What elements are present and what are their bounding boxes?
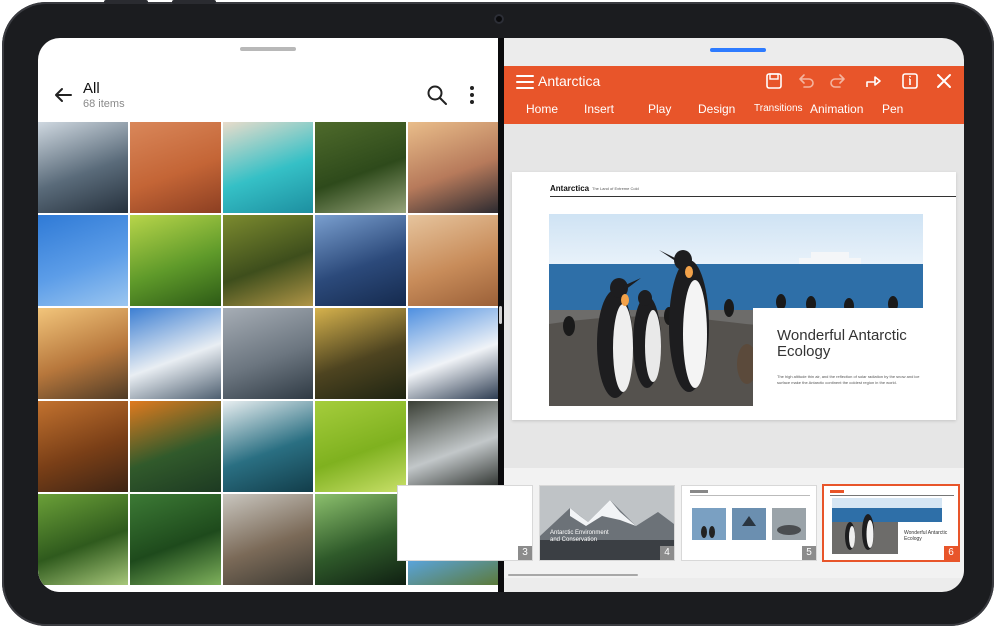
window-drag-handle[interactable] [710, 48, 766, 52]
photo-waterfall-cliff[interactable] [407, 401, 498, 492]
info-icon[interactable] [900, 71, 920, 91]
undo-icon[interactable] [796, 71, 816, 91]
tab-transitions[interactable]: Transitions [754, 103, 803, 114]
hamburger-menu-icon[interactable] [516, 74, 534, 90]
slide-thumbnail-6[interactable]: Wonderful Antarctic Ecology 6 [824, 486, 958, 560]
tab-pen[interactable]: Pen [882, 102, 903, 116]
photo-sand-dunes[interactable] [407, 215, 498, 306]
photo-bare-tree[interactable] [38, 215, 129, 306]
slide-number: 6 [944, 546, 958, 560]
photo-forest-path[interactable] [222, 215, 314, 306]
photo-autumn-aerial[interactable] [130, 401, 221, 492]
penguins-thumb-image [824, 486, 958, 560]
slide-number: 5 [802, 546, 816, 560]
slide-divider [550, 196, 956, 197]
photo-green-canopy[interactable] [38, 494, 129, 585]
split-handle[interactable] [499, 306, 502, 324]
photo-turquoise-pools[interactable] [222, 122, 314, 213]
photo-autumn-pines[interactable] [38, 401, 129, 492]
slide-heading-sub: The Land of Extreme Cold [592, 186, 639, 191]
photo-snow-peaks[interactable] [130, 308, 221, 399]
tablet-screen: All 68 items Antarctica Home Insert Play… [38, 38, 964, 592]
search-icon[interactable] [426, 84, 448, 106]
photo-misty-falls[interactable] [222, 494, 314, 585]
slide-body-text: The high altitude thin air, and the refl… [777, 374, 920, 385]
slide-canvas: Antarctica The Land of Extreme Cold Wond… [504, 124, 964, 468]
tab-home[interactable]: Home [526, 102, 558, 116]
photo-beetle-leaf[interactable] [130, 215, 221, 306]
volume-button [104, 0, 148, 4]
photo-green-leaf[interactable] [315, 401, 406, 492]
wildlife-thumb-images [682, 486, 816, 560]
slide-heading: Antarctica [550, 184, 590, 193]
tab-insert[interactable]: Insert [584, 102, 614, 116]
photo-fern-leaves[interactable] [130, 494, 221, 585]
document-title: Antarctica [538, 73, 601, 89]
ribbon-tabs: Home Insert Play Design Transitions Anim… [504, 99, 964, 123]
front-camera [494, 14, 504, 24]
slide-number: 4 [660, 546, 674, 560]
slide-thumbnail-caption: Wonderful Antarctic Ecology [904, 530, 948, 542]
share-icon[interactable] [864, 71, 884, 91]
photo-ocean-waves[interactable] [222, 401, 314, 492]
tab-play[interactable]: Play [648, 102, 671, 116]
gallery-header: All 68 items [38, 38, 498, 122]
photo-blue-cliffs[interactable] [315, 215, 406, 306]
photo-alpine-ridge[interactable] [407, 308, 498, 399]
thumbnail-scrollbar[interactable] [508, 574, 638, 576]
more-vertical-icon[interactable] [462, 84, 482, 106]
photo-tulip-buds[interactable] [315, 494, 406, 585]
redo-icon[interactable] [828, 71, 848, 91]
slide-thumbnail-caption: Antarctic Environment and Conservation [550, 530, 609, 543]
tab-design[interactable]: Design [698, 102, 735, 116]
slide-title: Wonderful Antarctic Ecology [777, 327, 907, 360]
album-item-count: 68 items [83, 98, 125, 110]
current-slide[interactable]: Antarctica The Land of Extreme Cold Wond… [512, 172, 956, 420]
slide-thumbnail-4[interactable]: Antarctic Environment and Conservation 4 [540, 486, 674, 560]
mountain-thumb-image [540, 486, 674, 560]
save-icon[interactable] [764, 71, 784, 91]
photo-desert-dunes[interactable] [130, 122, 221, 213]
photo-golden-valley[interactable] [38, 308, 129, 399]
slide-thumbnail-3[interactable]: 3 [398, 486, 532, 560]
presentation-app: Antarctica Home Insert Play Design Trans… [398, 38, 964, 592]
photo-dark-forest-sun[interactable] [315, 308, 406, 399]
close-icon[interactable] [934, 71, 954, 91]
slide-caption-box[interactable]: Wonderful Antarctic Ecology The high alt… [753, 308, 956, 420]
photo-grey-mountains[interactable] [222, 308, 314, 399]
tab-animation[interactable]: Animation [810, 102, 863, 116]
power-button [172, 0, 216, 4]
slide-thumbnails: 3 Antarctic Environment and Conservation… [398, 468, 964, 578]
slide-number: 3 [518, 546, 532, 560]
presentation-toolbar: Antarctica Home Insert Play Design Trans… [504, 66, 964, 124]
album-title: All [83, 80, 100, 97]
photo-volcano-sunset[interactable] [407, 122, 498, 213]
arrow-left-icon[interactable] [52, 84, 74, 106]
photo-forest-river[interactable] [315, 122, 406, 213]
photo-snowy-mountain-lake[interactable] [38, 122, 129, 213]
slide-thumbnail-5[interactable]: 5 [682, 486, 816, 560]
